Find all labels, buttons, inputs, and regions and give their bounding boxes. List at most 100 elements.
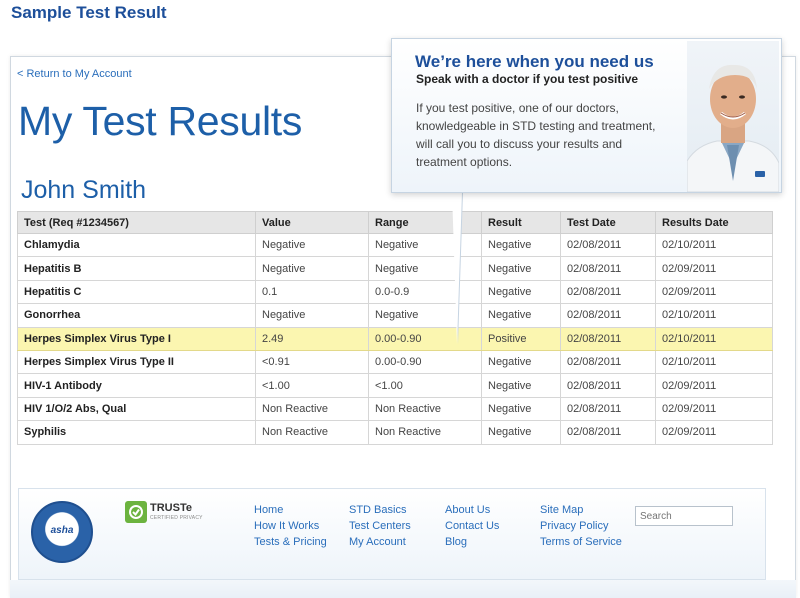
column-header-range: Range — [368, 211, 482, 234]
footer-link-my-account[interactable]: My Account — [349, 534, 411, 550]
table-row: HIV-1 Antibody <1.00 <1.00 Negative 02/08/20… — [17, 373, 773, 398]
cell-result: Negative — [481, 232, 561, 258]
table-row: Hepatitis B Negative Negative Negative 02/08… — [17, 256, 773, 281]
callout-subheading: Speak with a doctor if you test positive — [416, 72, 639, 86]
cell-results-date: 02/10/2011 — [655, 326, 773, 351]
footer-link-site-map[interactable]: Site Map — [540, 502, 622, 518]
cell-results-date: 02/09/2011 — [655, 420, 773, 445]
cell-test-date: 02/08/2011 — [560, 349, 656, 375]
column-header-results-date: Results Date — [655, 211, 773, 234]
cell-result: Negative — [481, 396, 561, 422]
cell-results-date: 02/10/2011 — [655, 303, 773, 328]
cell-test-date: 02/08/2011 — [560, 373, 656, 398]
cell-test: Herpes Simplex Virus Type I — [17, 326, 256, 351]
cell-test: Herpes Simplex Virus Type II — [17, 349, 256, 375]
cell-results-date: 02/09/2011 — [655, 279, 773, 305]
cell-result: Negative — [481, 349, 561, 375]
footer-link-test-centers[interactable]: Test Centers — [349, 518, 411, 534]
cell-result: Negative — [481, 420, 561, 445]
results-body: Chlamydia Negative Negative Negative 02/08/2… — [17, 232, 773, 445]
cell-value: Negative — [255, 303, 369, 328]
footer-links-column-4: Site Map Privacy Policy Terms of Service — [540, 502, 622, 550]
truste-label: TRUSTe — [150, 502, 192, 514]
footer-link-contact-us[interactable]: Contact Us — [445, 518, 499, 534]
cell-value: <1.00 — [255, 373, 369, 398]
cell-test: Hepatitis B — [17, 256, 256, 281]
footer-links-column-2: STD Basics Test Centers My Account — [349, 502, 411, 550]
cell-range: Non Reactive — [368, 420, 482, 445]
footer-link-std-basics[interactable]: STD Basics — [349, 502, 411, 518]
return-to-account-link[interactable]: < Return to My Account — [17, 68, 132, 80]
column-header-test-date: Test Date — [560, 211, 656, 234]
cell-range: Non Reactive — [368, 396, 482, 422]
footer-link-blog[interactable]: Blog — [445, 534, 499, 550]
footer-link-privacy-policy[interactable]: Privacy Policy — [540, 518, 622, 534]
results-table: Test (Req #1234567) Value Range Result T… — [17, 211, 773, 445]
cell-value: <0.91 — [255, 349, 369, 375]
window-title: Sample Test Result — [11, 3, 167, 22]
cell-value: Non Reactive — [255, 420, 369, 445]
cell-test-date: 02/08/2011 — [560, 256, 656, 281]
column-header-result: Result — [481, 211, 561, 234]
cell-test-date: 02/08/2011 — [560, 232, 656, 258]
cell-range: 0.00-0.90 — [368, 326, 482, 351]
cell-value: 0.1 — [255, 279, 369, 305]
patient-name: John Smith — [21, 176, 147, 204]
site-footer: asha TRUSTe CERTIFIED PRIVACY Home How I… — [18, 488, 766, 580]
cell-value: 2.49 — [255, 326, 369, 351]
table-row: Chlamydia Negative Negative Negative 02/08/2… — [17, 232, 773, 258]
cell-value: Non Reactive — [255, 396, 369, 422]
truste-checkmark-icon — [125, 501, 147, 523]
doctor-photo — [687, 41, 779, 192]
table-row: Hepatitis C 0.1 0.0-0.9 Negative 02/08/2011 0… — [17, 279, 773, 305]
cell-range: <1.00 — [368, 373, 482, 398]
cell-result: Negative — [481, 256, 561, 281]
cell-value: Negative — [255, 232, 369, 258]
cell-test: Gonorrhea — [17, 303, 256, 328]
truste-badge[interactable]: TRUSTe CERTIFIED PRIVACY — [125, 501, 207, 525]
footer-bottom-band — [10, 580, 796, 598]
footer-link-home[interactable]: Home — [254, 502, 327, 518]
page-title: My Test Results — [18, 98, 303, 144]
callout-heading: We’re here when you need us — [415, 52, 654, 71]
cell-test: HIV 1/O/2 Abs, Qual — [17, 396, 256, 422]
footer-search-input[interactable] — [635, 506, 733, 526]
cell-test: HIV-1 Antibody — [17, 373, 256, 398]
table-row: Gonorrhea Negative Negative Negative 02/08/2… — [17, 303, 773, 328]
cell-test-date: 02/08/2011 — [560, 326, 656, 351]
cell-results-date: 02/10/2011 — [655, 232, 773, 258]
callout-body: If you test positive, one of our doctors… — [416, 101, 656, 169]
cell-results-date: 02/10/2011 — [655, 349, 773, 375]
cell-results-date: 02/09/2011 — [655, 396, 773, 422]
footer-links-column-3: About Us Contact Us Blog — [445, 502, 499, 550]
results-header-row: Test (Req #1234567) Value Range Result T… — [17, 211, 773, 234]
cell-results-date: 02/09/2011 — [655, 256, 773, 281]
cell-result: Negative — [481, 279, 561, 305]
footer-link-how-it-works[interactable]: How It Works — [254, 518, 327, 534]
seal-label: asha — [50, 525, 74, 536]
cell-result: Positive — [481, 326, 561, 351]
cell-test: Syphilis — [17, 420, 256, 445]
footer-links-column-1: Home How It Works Tests & Pricing — [254, 502, 327, 550]
cell-range: 0.00-0.90 — [368, 349, 482, 375]
footer-link-terms-of-service[interactable]: Terms of Service — [540, 534, 622, 550]
cell-result: Negative — [481, 303, 561, 328]
column-header-value: Value — [255, 211, 369, 234]
column-header-test: Test (Req #1234567) — [17, 211, 256, 234]
doctor-callout: We’re here when you need us Speak with a… — [391, 38, 782, 193]
table-row: Herpes Simplex Virus Type II <0.91 0.00-0.… — [17, 349, 773, 375]
cell-results-date: 02/09/2011 — [655, 373, 773, 398]
cell-result: Negative — [481, 373, 561, 398]
cell-range: Negative — [368, 303, 482, 328]
cell-range: 0.0-0.9 — [368, 279, 482, 305]
truste-sublabel: CERTIFIED PRIVACY — [150, 515, 203, 521]
cell-range: Negative — [368, 256, 482, 281]
footer-link-about-us[interactable]: About Us — [445, 502, 499, 518]
cell-test: Hepatitis C — [17, 279, 256, 305]
table-row: Syphilis Non Reactive Non Reactive Negative… — [17, 420, 773, 445]
cell-test-date: 02/08/2011 — [560, 279, 656, 305]
cell-test-date: 02/08/2011 — [560, 303, 656, 328]
verified-seal-icon[interactable]: asha — [31, 501, 93, 563]
cell-value: Negative — [255, 256, 369, 281]
footer-link-tests-pricing[interactable]: Tests & Pricing — [254, 534, 327, 550]
